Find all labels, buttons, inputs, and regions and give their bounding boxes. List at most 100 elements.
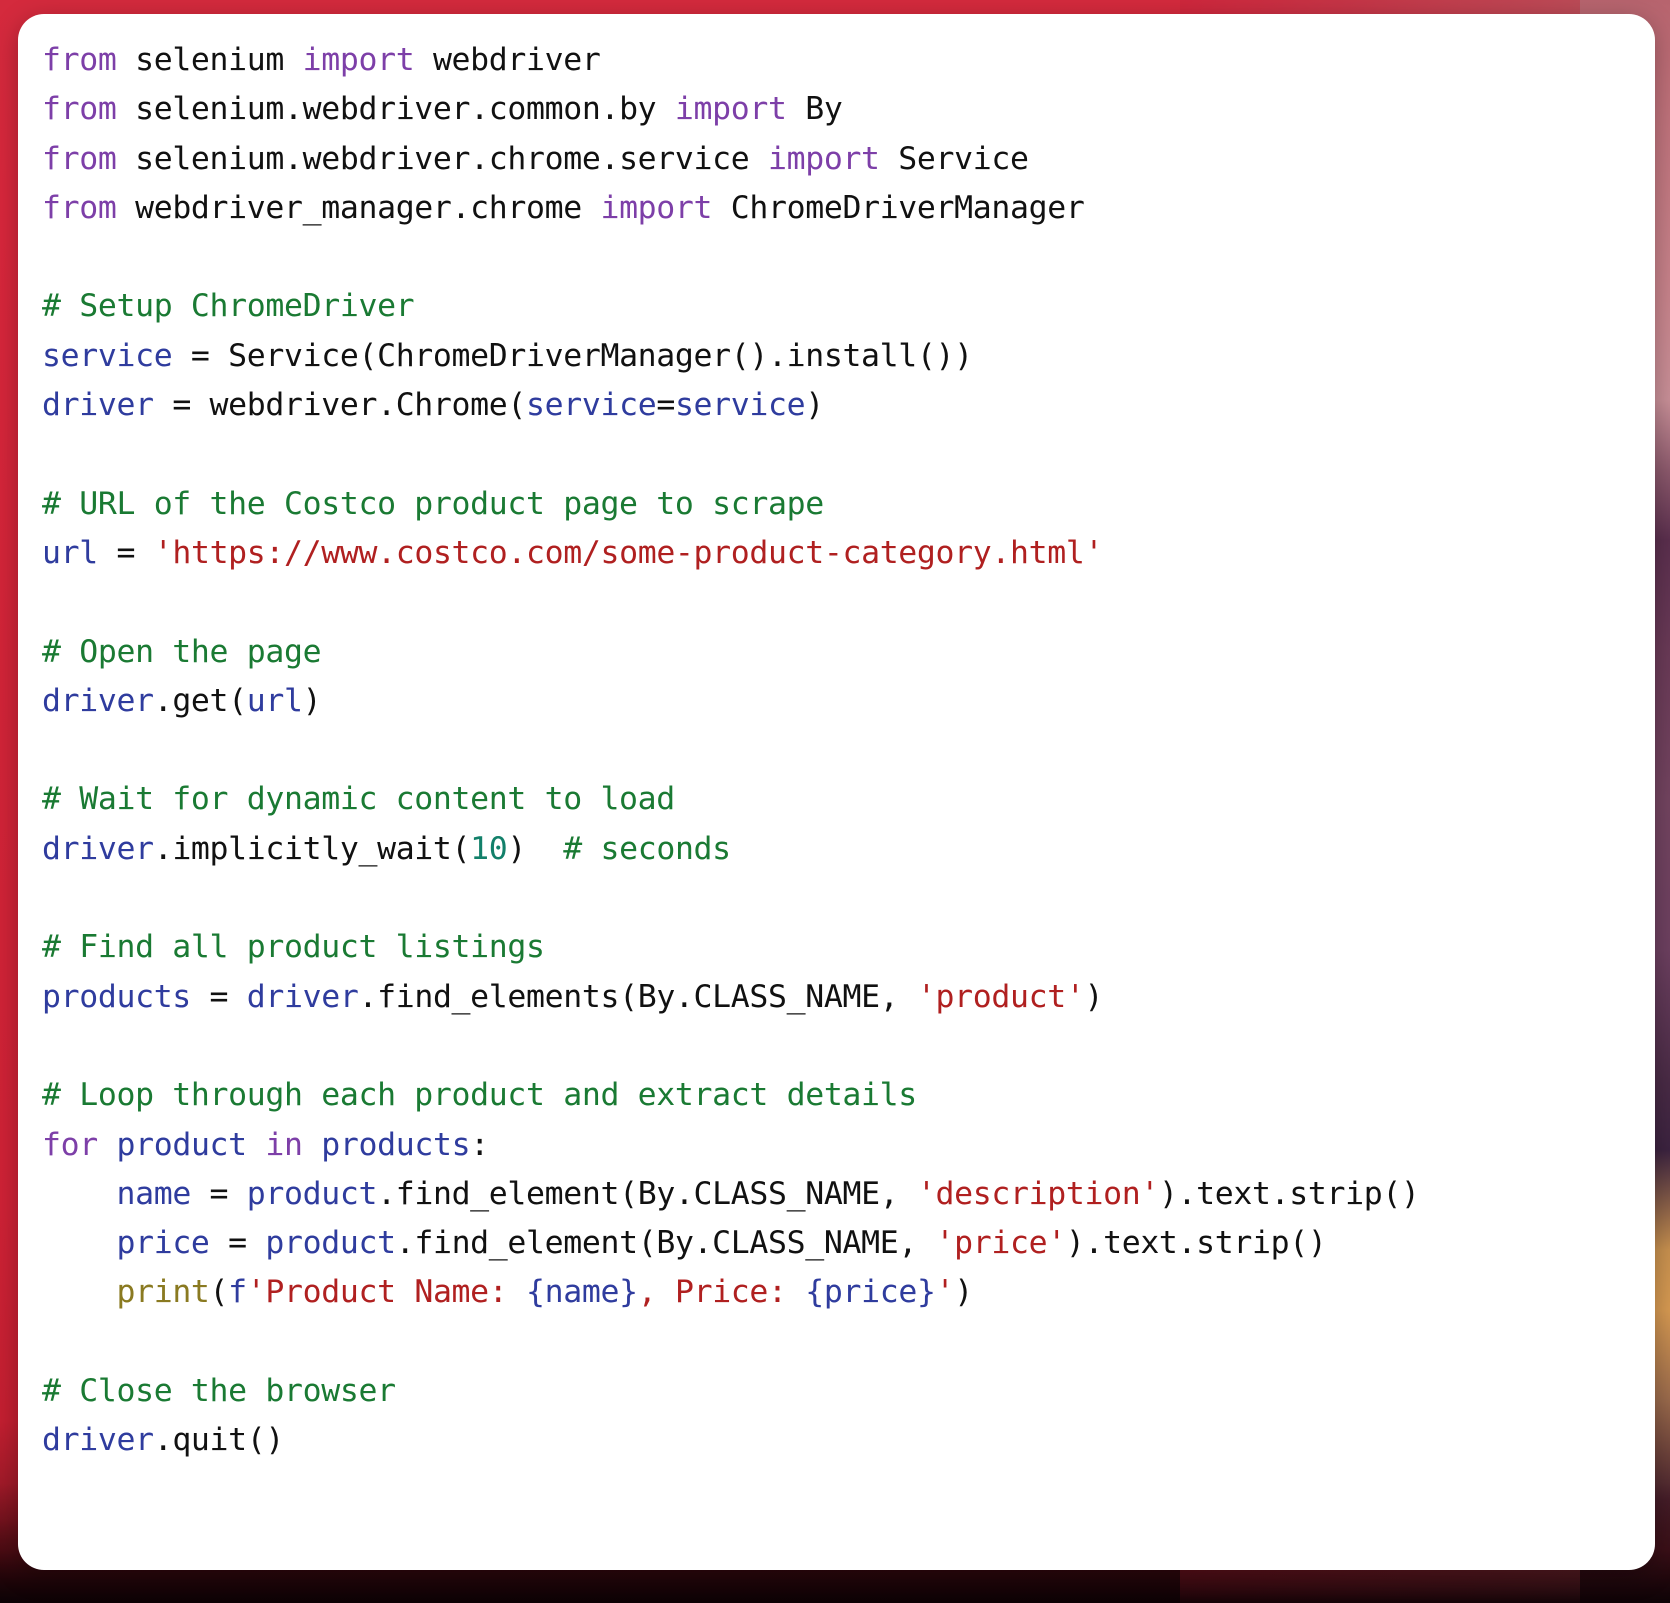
- code-line: driver.quit(): [42, 1422, 284, 1458]
- code-token-pln: .find_element(By.CLASS_NAME,: [377, 1175, 917, 1212]
- code-token-pln: .find_element(By.CLASS_NAME,: [395, 1225, 936, 1262]
- code-token-pln: .implicitly_wait(: [153, 830, 471, 867]
- code-line: # Setup ChromeDriver: [42, 288, 415, 325]
- code-token-pln: ): [954, 1274, 973, 1311]
- code-token-fld: {name}: [526, 1274, 638, 1311]
- code-token-pln: [303, 1127, 322, 1163]
- code-token-var: driver: [42, 387, 154, 424]
- code-token-pln: selenium.webdriver.common.by: [116, 91, 675, 128]
- code-token-str: 'description': [916, 1175, 1159, 1212]
- code-token-cmt: # Find all product listings: [42, 929, 545, 966]
- code-token-pln: ).text.strip(): [1158, 1175, 1420, 1212]
- code-token-str: ': [935, 1274, 955, 1311]
- code-line: url = 'https://www.costco.com/some-produ…: [42, 535, 1103, 571]
- code-token-cmt: # Setup ChromeDriver: [42, 288, 415, 325]
- code-token-kw: import: [600, 189, 713, 226]
- code-token-var: price: [116, 1225, 210, 1262]
- code-token-fpfx: f: [228, 1274, 247, 1311]
- code-token-var: url: [246, 682, 303, 719]
- code-token-kw: import: [674, 91, 787, 128]
- code-token-pln: ): [507, 830, 564, 867]
- code-token-cmt: # URL of the Costco product page to scra…: [42, 485, 824, 522]
- code-token-cmt: # seconds: [563, 830, 731, 867]
- code-token-num: 10: [470, 830, 508, 867]
- code-line: # URL of the Costco product page to scra…: [42, 486, 824, 522]
- code-token-pln: ): [805, 387, 824, 424]
- code-token-str: 'https://www.costco.com/some-product-cat…: [153, 534, 1104, 571]
- code-line: price = product.find_element(By.CLASS_NA…: [42, 1225, 1326, 1261]
- code-token-str: 'Product Name:: [246, 1274, 527, 1311]
- code-line: service = Service(ChromeDriverManager().…: [42, 338, 973, 374]
- code-token-var: driver: [42, 1422, 154, 1459]
- code-line: products = driver.find_elements(By.CLASS…: [42, 979, 1103, 1015]
- code-token-pln: [98, 1127, 117, 1163]
- code-token-kw: from: [42, 140, 117, 177]
- code-token-var: service: [42, 337, 173, 374]
- code-token-pln: = webdriver.Chrome(: [153, 387, 526, 424]
- code-token-pln: =: [209, 1225, 266, 1262]
- code-token-var: driver: [246, 978, 359, 1015]
- code-token-pln: =: [190, 1175, 247, 1212]
- code-token-var: driver: [42, 830, 154, 867]
- code-line: for product in products:: [42, 1127, 489, 1163]
- code-token-pln: [247, 1127, 266, 1163]
- code-token-var: product: [246, 1175, 378, 1212]
- code-token-pln: Service: [879, 140, 1029, 177]
- code-token-pln: (: [209, 1274, 229, 1311]
- code-token-pln: .find_elements(By.CLASS_NAME,: [358, 978, 917, 1015]
- code-token-pln: [42, 1274, 116, 1310]
- code-token-pln: webdriver: [414, 42, 601, 78]
- code-line: # Loop through each product and extract …: [42, 1077, 917, 1113]
- code-token-pln: =: [97, 534, 154, 571]
- code-line: driver.get(url): [42, 682, 322, 719]
- code-line: name = product.find_element(By.CLASS_NAM…: [42, 1175, 1420, 1212]
- code-token-pln: .quit(): [153, 1422, 285, 1459]
- code-token-pln: =: [656, 387, 675, 424]
- code-line: from selenium.webdriver.common.by import…: [42, 91, 843, 128]
- code-token-kw: in: [265, 1126, 303, 1163]
- code-line: # Find all product listings: [42, 929, 545, 965]
- code-token-pln: =: [190, 978, 247, 1015]
- code-token-var: service: [526, 387, 657, 424]
- code-token-pln: [42, 1225, 116, 1261]
- code-line: # Open the page: [42, 633, 322, 670]
- code-line: from selenium.webdriver.chrome.service i…: [42, 141, 1029, 177]
- code-block[interactable]: from selenium import webdriver from sele…: [42, 36, 1655, 1466]
- code-token-kw: for: [42, 1126, 98, 1163]
- code-token-pln: ).text.strip(): [1065, 1225, 1327, 1262]
- code-token-var: product: [116, 1126, 247, 1163]
- code-token-kw: from: [42, 42, 117, 78]
- code-token-pln: :: [470, 1126, 489, 1163]
- code-token-var: products: [42, 978, 191, 1015]
- code-token-pln: selenium.webdriver.chrome.service: [116, 140, 768, 177]
- code-token-kw: from: [42, 91, 117, 128]
- code-card: from selenium import webdriver from sele…: [18, 14, 1655, 1570]
- code-token-str: 'price': [935, 1225, 1067, 1262]
- code-token-var: product: [265, 1225, 396, 1262]
- code-token-pln: webdriver_manager.chrome: [116, 189, 601, 226]
- code-token-pln: = Service(ChromeDriverManager().install(…: [172, 337, 973, 374]
- code-token-pln: ): [1084, 978, 1104, 1015]
- code-token-kw: import: [302, 42, 415, 78]
- code-token-kw: import: [767, 140, 880, 177]
- code-token-var: url: [42, 534, 98, 571]
- code-token-bi: print: [116, 1274, 210, 1311]
- code-token-pln: By: [786, 91, 843, 128]
- code-token-var: name: [116, 1175, 191, 1212]
- code-token-cmt: # Open the page: [42, 633, 322, 670]
- code-token-kw: from: [42, 189, 117, 226]
- code-token-pln: ChromeDriverManager: [712, 189, 1085, 226]
- code-line: driver.implicitly_wait(10) # seconds: [42, 831, 731, 867]
- code-line: # Wait for dynamic content to load: [42, 781, 675, 817]
- code-line: from selenium import webdriver: [42, 42, 601, 78]
- code-token-str: 'product': [916, 978, 1085, 1015]
- code-token-fld: {price}: [805, 1274, 936, 1311]
- code-token-pln: .get(: [153, 682, 247, 719]
- code-line: # Close the browser: [42, 1373, 396, 1409]
- code-token-var: driver: [42, 682, 154, 719]
- code-token-pln: ): [302, 682, 322, 719]
- code-token-var: service: [674, 387, 806, 424]
- code-line: print(f'Product Name: {name}, Price: {pr…: [42, 1274, 973, 1310]
- code-token-cmt: # Wait for dynamic content to load: [42, 781, 675, 818]
- code-token-pln: selenium: [116, 42, 303, 78]
